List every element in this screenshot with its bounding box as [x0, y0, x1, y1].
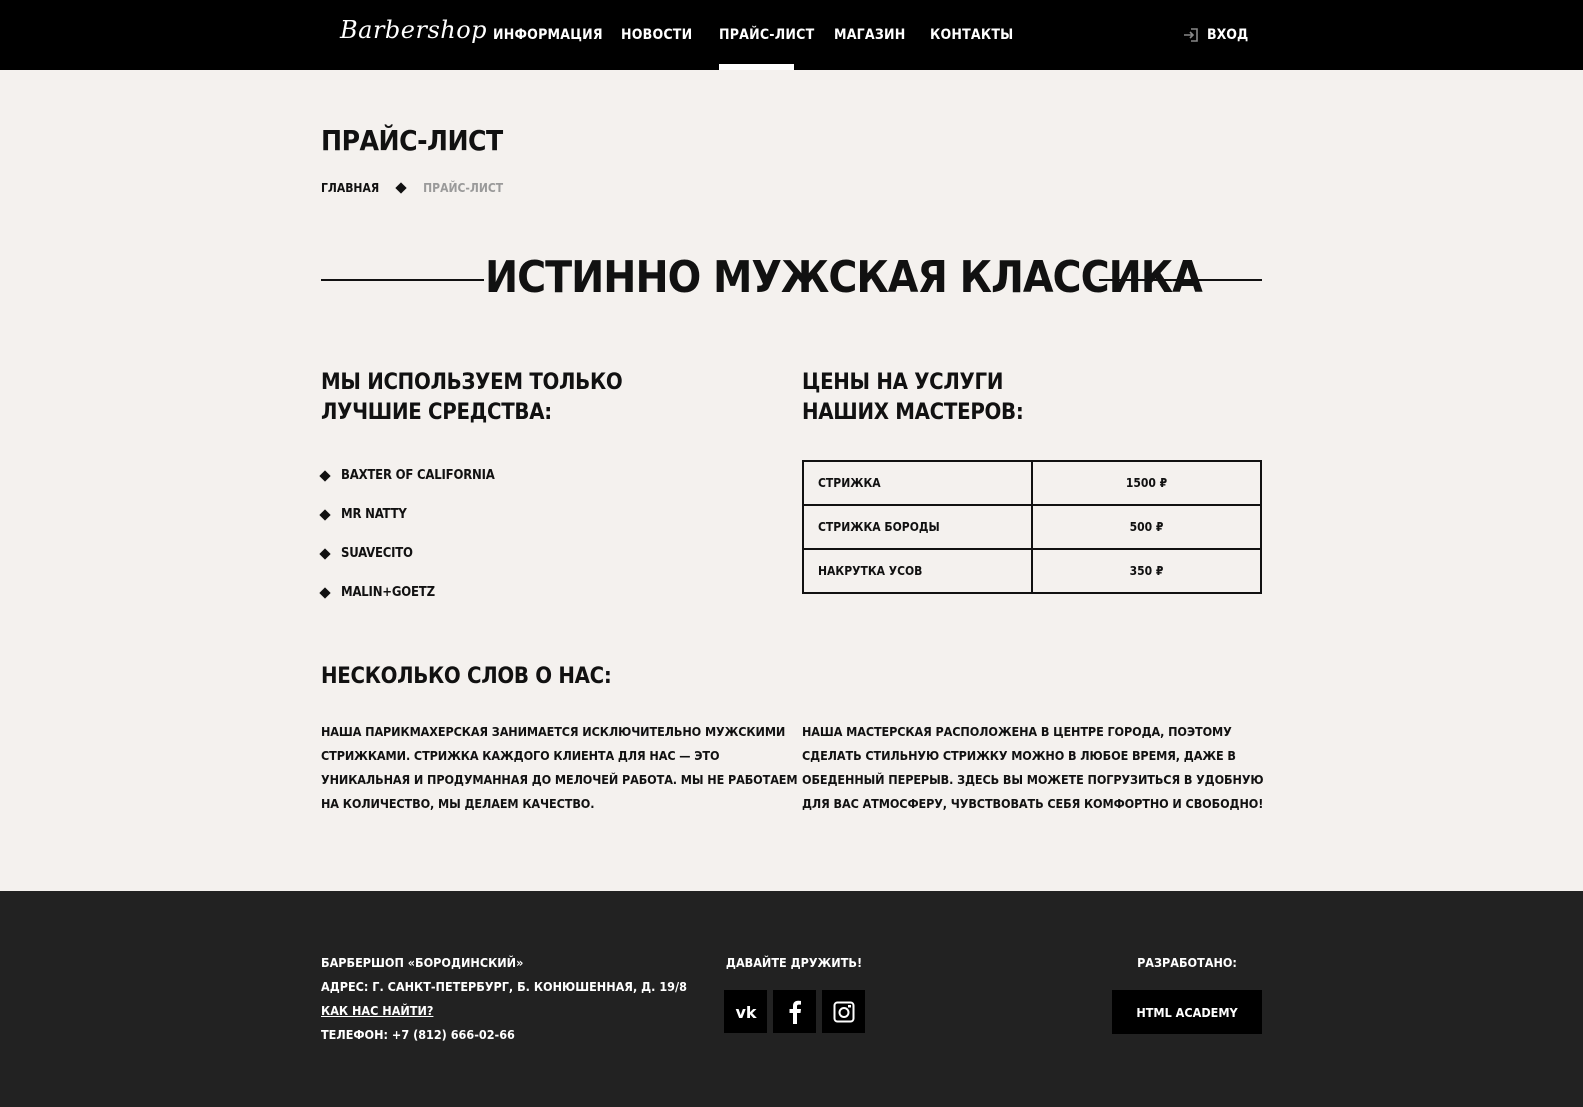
brand-name: MR NATTY — [341, 507, 407, 522]
facebook-icon — [789, 1000, 801, 1024]
brand-name: BAXTER OF CALIFORNIA — [341, 468, 495, 483]
brand-list: BAXTER OF CALIFORNIA MR NATTY SUAVECITO … — [319, 456, 495, 612]
breadcrumb-separator-icon — [395, 182, 407, 194]
footer-shop-name: БАРБЕРШОП «БОРОДИНСКИЙ» — [321, 955, 524, 970]
nav-item-price-list[interactable]: ПРАЙС-ЛИСТ — [719, 27, 814, 43]
prices-heading-line2: НАШИХ МАСТЕРОВ: — [802, 400, 1024, 425]
prices-heading-line1: ЦЕНЫ НА УСЛУГИ — [802, 370, 1004, 395]
vk-button[interactable]: vk — [724, 990, 767, 1033]
about-line: СДЕЛАТЬ СТИЛЬНУЮ СТРИЖКУ МОЖНО В ЛЮБОЕ В… — [802, 748, 1236, 763]
site-header: Barbershop ИНФОРМАЦИЯ НОВОСТИ ПРАЙС-ЛИСТ… — [0, 0, 1583, 70]
instagram-button[interactable] — [822, 990, 865, 1033]
service-price: 1500 ₽ — [1031, 460, 1262, 506]
table-row: СТРИЖКА БОРОДЫ 500 ₽ — [802, 504, 1262, 550]
brand-name: MALIN+GOETZ — [341, 585, 435, 600]
service-name: СТРИЖКА БОРОДЫ — [802, 504, 1033, 550]
html-academy-button[interactable]: HTML ACADEMY — [1112, 990, 1262, 1034]
about-line: НАША ПАРИКМАХЕРСКАЯ ЗАНИМАЕТСЯ ИСКЛЮЧИТЕ… — [321, 724, 786, 739]
nav-item-contacts[interactable]: КОНТАКТЫ — [930, 27, 1013, 43]
list-item: SUAVECITO — [319, 534, 495, 573]
about-heading: НЕСКОЛЬКО СЛОВ О НАС: — [321, 664, 612, 689]
about-line: НА КОЛИЧЕСТВО, МЫ ДЕЛАЕМ КАЧЕСТВО. — [321, 796, 595, 811]
nav-active-indicator — [719, 64, 794, 70]
service-name: НАКРУТКА УСОВ — [802, 548, 1033, 594]
about-line: НАША МАСТЕРСКАЯ РАСПОЛОЖЕНА В ЦЕНТРЕ ГОР… — [802, 724, 1232, 739]
about-line: ОБЕДЕННЫЙ ПЕРЕРЫВ. ЗДЕСЬ ВЫ МОЖЕТЕ ПОГРУ… — [802, 772, 1264, 787]
bullet-icon — [319, 508, 331, 521]
login-button[interactable]: ВХОД — [1183, 27, 1248, 43]
service-name: СТРИЖКА — [802, 460, 1033, 506]
price-table: СТРИЖКА 1500 ₽ СТРИЖКА БОРОДЫ 500 ₽ НАКР… — [802, 460, 1262, 594]
breadcrumb-home[interactable]: ГЛАВНАЯ — [321, 181, 379, 195]
login-icon — [1184, 28, 1198, 42]
prices-heading: ЦЕНЫ НА УСЛУГИ НАШИХ МАСТЕРОВ: — [802, 368, 1024, 428]
bullet-icon — [319, 469, 331, 482]
svg-text:vk: vk — [735, 1004, 756, 1020]
breadcrumb-current: ПРАЙС-ЛИСТ — [423, 181, 504, 195]
table-row: СТРИЖКА 1500 ₽ — [802, 460, 1262, 506]
page-title: ПРАЙС-ЛИСТ — [321, 124, 503, 157]
service-price: 350 ₽ — [1031, 548, 1262, 594]
footer-dev-title: РАЗРАБОТАНО: — [1137, 955, 1237, 970]
products-heading-line2: ЛУЧШИЕ СРЕДСТВА: — [321, 400, 552, 425]
list-item: MALIN+GOETZ — [319, 573, 495, 612]
brand-name: SUAVECITO — [341, 546, 413, 561]
list-item: BAXTER OF CALIFORNIA — [319, 456, 495, 495]
hero-divider-right — [1099, 279, 1262, 281]
instagram-icon — [833, 1001, 854, 1022]
bullet-icon — [319, 547, 331, 560]
vk-icon: vk — [735, 1004, 756, 1020]
about-line: ДЛЯ ВАС АТМОСФЕРУ, ЧУВСТВОВАТЬ СЕБЯ КОМФ… — [802, 796, 1264, 811]
about-text-right: НАША МАСТЕРСКАЯ РАСПОЛОЖЕНА В ЦЕНТРЕ ГОР… — [802, 720, 1264, 816]
footer-social-title: ДАВАЙТЕ ДРУЖИТЬ! — [725, 955, 863, 970]
hero-divider-left — [321, 279, 484, 281]
footer-phone: ТЕЛЕФОН: +7 (812) 666-02-66 — [321, 1027, 515, 1042]
about-line: СТРИЖКАМИ. СТРИЖКА КАЖДОГО КЛИЕНТА ДЛЯ Н… — [321, 748, 720, 763]
products-heading: МЫ ИСПОЛЬЗУЕМ ТОЛЬКО ЛУЧШИЕ СРЕДСТВА: — [321, 368, 623, 428]
nav-item-shop[interactable]: МАГАЗИН — [834, 27, 906, 43]
logo[interactable]: Barbershop — [340, 16, 487, 44]
facebook-button[interactable] — [773, 990, 816, 1033]
service-price: 500 ₽ — [1031, 504, 1262, 550]
breadcrumb: ГЛАВНАЯ ПРАЙС-ЛИСТ — [321, 181, 503, 195]
footer-directions-link[interactable]: КАК НАС НАЙТИ? — [321, 1003, 433, 1018]
products-heading-line1: МЫ ИСПОЛЬЗУЕМ ТОЛЬКО — [321, 370, 623, 395]
footer-address: АДРЕС: Г. САНКТ-ПЕТЕРБУРГ, Б. КОНЮШЕННАЯ… — [321, 979, 687, 994]
login-label: ВХОД — [1207, 27, 1249, 43]
about-line: УНИКАЛЬНАЯ И ПРОДУМАННАЯ ДО МЕЛОЧЕЙ РАБО… — [321, 772, 798, 787]
nav-item-news[interactable]: НОВОСТИ — [621, 27, 692, 43]
about-text-left: НАША ПАРИКМАХЕРСКАЯ ЗАНИМАЕТСЯ ИСКЛЮЧИТЕ… — [321, 720, 798, 816]
table-row: НАКРУТКА УСОВ 350 ₽ — [802, 548, 1262, 594]
hero-heading: ИСТИННО МУЖСКАЯ КЛАССИКА — [485, 252, 1203, 303]
nav-item-info[interactable]: ИНФОРМАЦИЯ — [493, 27, 603, 43]
list-item: MR NATTY — [319, 495, 495, 534]
bullet-icon — [319, 586, 331, 599]
